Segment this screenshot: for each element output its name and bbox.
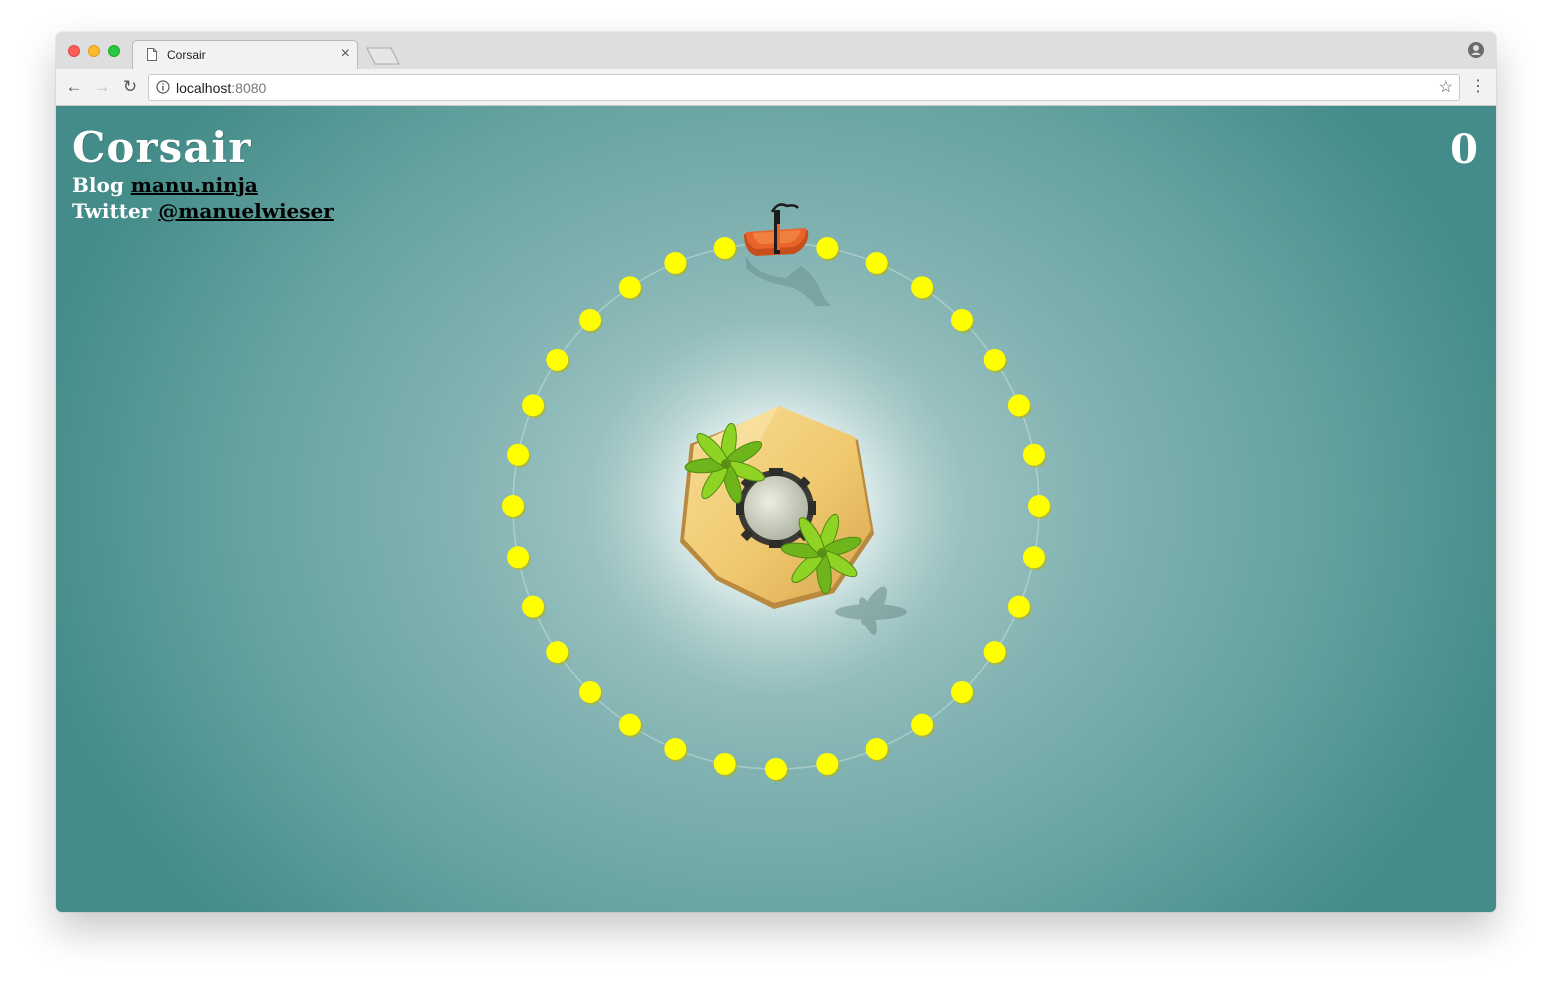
coin	[579, 680, 603, 705]
back-arrow-icon[interactable]: ←	[64, 77, 84, 97]
coin	[618, 713, 643, 738]
forward-arrow-icon[interactable]: →	[92, 77, 112, 97]
coin	[522, 394, 546, 419]
coin	[816, 752, 840, 777]
coin	[546, 348, 570, 373]
twitter-line: Twitter @manuelwieser	[72, 198, 334, 224]
url-port: :8080	[231, 80, 267, 96]
coin	[507, 546, 531, 571]
game-title: Corsair	[72, 123, 252, 172]
info-icon[interactable]	[156, 80, 170, 94]
close-window-button[interactable]	[68, 45, 80, 57]
coin	[1028, 495, 1052, 519]
reload-icon[interactable]: ↻	[120, 77, 140, 97]
coin	[618, 276, 643, 301]
score-counter: 0	[1450, 126, 1478, 173]
close-tab-icon[interactable]: ×	[341, 45, 350, 63]
palm-trunk-top	[817, 548, 827, 558]
tab-strip: Corsair ×	[56, 32, 1496, 70]
coin	[950, 680, 975, 705]
profile-icon[interactable]	[1468, 42, 1484, 58]
bookmark-star-icon[interactable]: ☆	[1439, 77, 1453, 97]
menu-dots-icon[interactable]: ⋮	[1470, 77, 1486, 97]
tab-title: Corsair	[167, 48, 206, 62]
maximize-window-button[interactable]	[108, 45, 120, 57]
ship-shadow	[746, 256, 831, 306]
coin	[1007, 595, 1032, 620]
twitter-label: Twitter	[72, 199, 152, 223]
coin	[507, 443, 531, 468]
coin	[1007, 394, 1032, 419]
new-tab-button[interactable]	[366, 47, 400, 65]
page-icon	[147, 48, 157, 61]
game-viewport[interactable]: Corsair Blog manu.ninja Twitter @manuelw…	[56, 106, 1496, 912]
coin	[546, 641, 570, 666]
coin	[950, 309, 975, 334]
blog-line: Blog manu.ninja	[72, 172, 334, 198]
window-controls	[68, 45, 120, 57]
coin	[1022, 546, 1047, 571]
coin	[664, 252, 688, 277]
coin	[911, 276, 935, 301]
minimize-window-button[interactable]	[88, 45, 100, 57]
coin	[816, 237, 840, 262]
palm-trunk-top	[721, 459, 731, 469]
browser-window: Corsair × ← → ↻ localhost:8080 ☆ ⋮ Corsa…	[56, 32, 1496, 912]
coin	[502, 495, 526, 519]
twitter-link[interactable]: @manuelwieser	[158, 199, 334, 223]
pirate-ship	[744, 203, 809, 256]
url-text: localhost:8080	[176, 80, 266, 96]
tab-corsair[interactable]: Corsair ×	[132, 40, 358, 70]
address-bar[interactable]: localhost:8080 ☆	[148, 74, 1460, 101]
coin	[664, 737, 688, 762]
coin	[1022, 443, 1047, 468]
game-scene[interactable]	[56, 106, 1496, 912]
coin	[983, 348, 1008, 373]
coin	[579, 309, 603, 334]
coin	[713, 752, 738, 777]
coin	[765, 758, 789, 782]
coin	[911, 713, 935, 738]
url-host: localhost	[176, 80, 232, 96]
blog-link[interactable]: manu.ninja	[131, 173, 258, 197]
blog-label: Blog	[72, 173, 124, 197]
coin	[713, 237, 738, 262]
coin	[865, 252, 890, 277]
coin	[522, 595, 546, 620]
coin	[865, 737, 890, 762]
browser-toolbar: ← → ↻ localhost:8080 ☆ ⋮	[56, 69, 1496, 106]
hud-info: Corsair Blog manu.ninja Twitter @manuelw…	[72, 124, 334, 224]
